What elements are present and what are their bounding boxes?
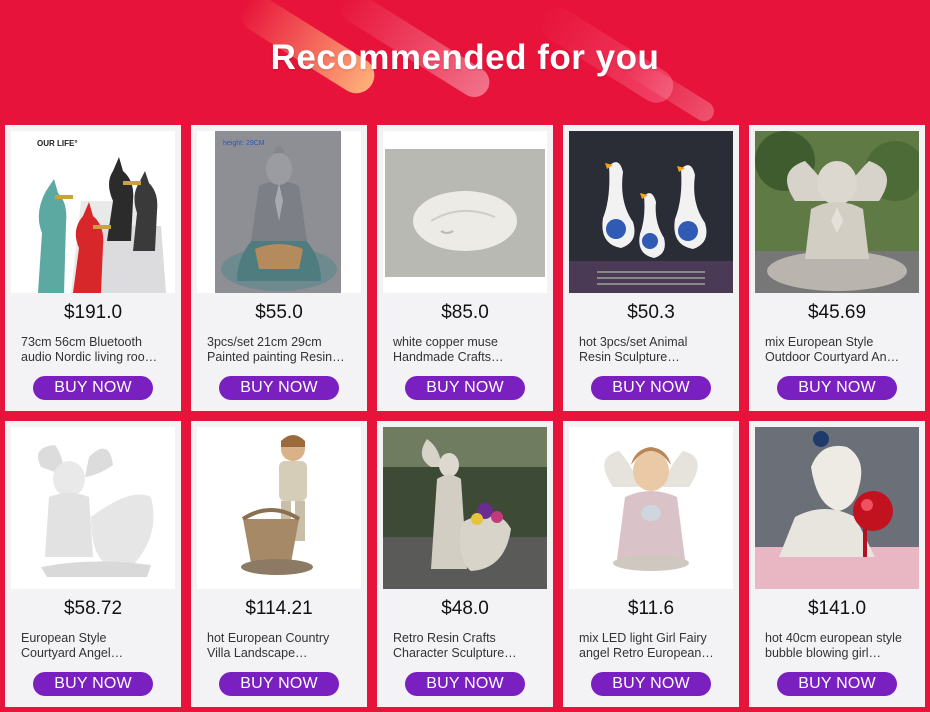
buy-now-button[interactable]: BUY NOW [591,376,711,400]
product-name[interactable]: 73cm 56cm Bluetooth audio Nordic living r… [21,335,167,365]
product-name[interactable]: 3pcs/set 21cm 29cm Painted painting Resin… [207,335,353,365]
fairy-angel-icon [569,427,733,589]
buy-now-button[interactable]: BUY NOW [777,672,897,696]
product-price: $55.0 [255,302,303,323]
buy-now-button[interactable]: BUY NOW [219,376,339,400]
bubble-girl-bust-icon [755,427,919,589]
angel-planter-icon [11,427,175,589]
product-price: $58.72 [63,598,123,619]
svg-text:OUR LIFE°: OUR LIFE° [37,139,78,148]
buy-now-button[interactable]: BUY NOW [777,376,897,400]
product-card[interactable]: $50.3 hot 3pcs/set Animal Resin Sculpture… [563,125,739,411]
duck-figurines-icon [569,131,733,293]
product-name[interactable]: hot 3pcs/set Animal Resin Sculpture… [579,335,725,365]
product-image[interactable] [569,131,733,293]
buy-now-button[interactable]: BUY NOW [219,672,339,696]
product-image[interactable] [197,427,361,589]
product-name[interactable]: hot 40cm european style bubble blowing gi… [765,631,911,661]
product-price: $11.6 [627,598,675,619]
product-price: $50.3 [627,302,675,323]
product-name[interactable]: Retro Resin Crafts Character Sculpture… [393,631,539,661]
product-image[interactable] [569,427,733,589]
muse-head-icon [383,131,547,293]
product-image[interactable]: height: 29CM [197,131,361,293]
product-card[interactable]: $11.6 mix LED light Girl Fairy angel Retr… [563,421,739,707]
product-price: $114.21 [245,598,313,619]
product-card[interactable]: $85.0 white copper muse Handmade Crafts… … [377,125,553,411]
buy-now-button[interactable]: BUY NOW [405,672,525,696]
product-card[interactable]: $114.21 hot European Country Villa Landsc… [191,421,367,707]
product-name[interactable]: mix LED light Girl Fairy angel Retro Euro… [579,631,725,661]
product-image[interactable] [383,427,547,589]
angel-statue-icon [755,131,919,293]
product-card[interactable]: $58.72 European Style Courtyard Angel… BU… [5,421,181,707]
page-title: Recommended for you [270,38,660,77]
product-name[interactable]: hot European Country Villa Landscape… [207,631,353,661]
product-card[interactable]: $48.0 Retro Resin Crafts Character Sculpt… [377,421,553,707]
product-card[interactable]: OUR LIFE° $191.0 73cm 56cm Bluetooth audi… [5,125,181,411]
product-card[interactable]: $141.0 hot 40cm european style bubble blo… [749,421,925,707]
buy-now-button[interactable]: BUY NOW [591,672,711,696]
product-price: $48.0 [441,598,489,619]
dog-sculpture-icon: OUR LIFE° [11,131,175,293]
product-image[interactable] [11,427,175,589]
product-name[interactable]: mix European Style Outdoor Courtyard An… [765,335,911,365]
product-price: $141.0 [807,598,867,619]
product-name[interactable]: European Style Courtyard Angel… [21,631,167,661]
product-name[interactable]: white copper muse Handmade Crafts… [393,335,539,365]
angel-flower-planter-icon [383,427,547,589]
buy-now-button[interactable]: BUY NOW [33,672,153,696]
boy-basket-icon [197,427,361,589]
product-image[interactable] [755,131,919,293]
product-card[interactable]: height: 29CM $55.0 3pcs/set 21cm 29cm Pai… [191,125,367,411]
buddha-statue-icon: height: 29CM [197,131,361,293]
svg-text:height: 29CM: height: 29CM [223,140,265,147]
product-image[interactable] [383,131,547,293]
product-image[interactable]: OUR LIFE° [11,131,175,293]
product-price: $85.0 [441,302,489,323]
buy-now-button[interactable]: BUY NOW [405,376,525,400]
buy-now-button[interactable]: BUY NOW [33,376,153,400]
product-price: $45.69 [807,302,867,323]
product-price: $191.0 [63,302,123,323]
product-card[interactable]: $45.69 mix European Style Outdoor Courtya… [749,125,925,411]
product-image[interactable] [755,427,919,589]
